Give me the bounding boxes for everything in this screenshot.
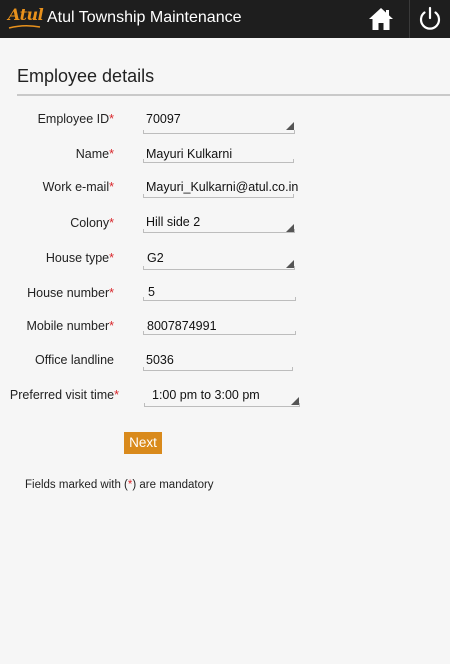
dropdown-arrow-icon	[291, 397, 299, 405]
visit-time-underline	[144, 403, 300, 407]
logo-swoosh-icon	[8, 24, 41, 29]
visit-time-select[interactable]: 1:00 pm to 3:00 pm	[152, 388, 260, 402]
home-icon	[369, 8, 393, 30]
mandatory-note: Fields marked with (*) are mandatory	[25, 479, 214, 491]
mobile-underline	[143, 331, 296, 335]
email-underline	[143, 194, 294, 198]
landline-underline	[143, 367, 293, 371]
dropdown-arrow-icon	[286, 260, 294, 268]
form-row-house-number: House number* 5	[0, 283, 450, 313]
home-button[interactable]	[366, 4, 396, 34]
house-number-field[interactable]: 5	[148, 285, 155, 299]
title-divider	[17, 94, 450, 96]
colony-label: Colony*	[70, 216, 114, 230]
logout-button[interactable]	[415, 4, 445, 34]
form-row-colony: Colony* Hill side 2	[0, 212, 450, 242]
name-underline	[143, 159, 294, 163]
atul-logo: Atul	[8, 5, 44, 24]
form-row-landline: Office landline 5036	[0, 351, 450, 381]
dropdown-arrow-icon	[286, 122, 294, 130]
landline-field[interactable]: 5036	[146, 353, 174, 367]
house-number-underline	[143, 297, 296, 301]
mobile-field[interactable]: 8007874991	[147, 319, 217, 333]
app-title: Atul Township Maintenance	[47, 9, 242, 26]
employee-id-select[interactable]: 70097	[146, 112, 181, 126]
mobile-label: Mobile number*	[26, 319, 114, 333]
form-row-name: Name* Mayuri Kulkarni	[0, 143, 450, 173]
name-field[interactable]: Mayuri Kulkarni	[146, 147, 232, 161]
house-type-underline	[143, 266, 295, 270]
page-title: Employee details	[17, 66, 155, 86]
house-type-select[interactable]: G2	[147, 251, 164, 265]
colony-underline	[143, 229, 295, 233]
form-row-house-type: House type* G2	[0, 248, 450, 278]
landline-label: Office landline	[35, 353, 114, 367]
app-bar: Atul Atul Township Maintenance	[0, 0, 450, 38]
employee-id-underline	[143, 130, 295, 134]
colony-select[interactable]: Hill side 2	[146, 215, 200, 229]
email-field[interactable]: Mayuri_Kulkarni@atul.co.in	[146, 180, 298, 194]
form-row-employee-id: Employee ID* 70097	[0, 108, 450, 138]
power-icon	[419, 6, 441, 30]
form-row-visit-time: Preferred visit time* 1:00 pm to 3:00 pm	[0, 386, 450, 416]
form-row-mobile: Mobile number* 8007874991	[0, 317, 450, 347]
next-button[interactable]: Next	[124, 432, 162, 454]
house-type-label: House type*	[45, 251, 114, 265]
name-label: Name*	[75, 147, 114, 161]
employee-id-label: Employee ID*	[37, 112, 114, 126]
visit-time-label: Preferred visit time*	[9, 388, 119, 402]
toolbar-divider	[409, 0, 410, 38]
email-label: Work e-mail*	[42, 180, 114, 194]
form-row-email: Work e-mail* Mayuri_Kulkarni@atul.co.in	[0, 177, 450, 207]
house-number-label: House number*	[27, 286, 114, 300]
dropdown-arrow-icon	[286, 224, 294, 232]
